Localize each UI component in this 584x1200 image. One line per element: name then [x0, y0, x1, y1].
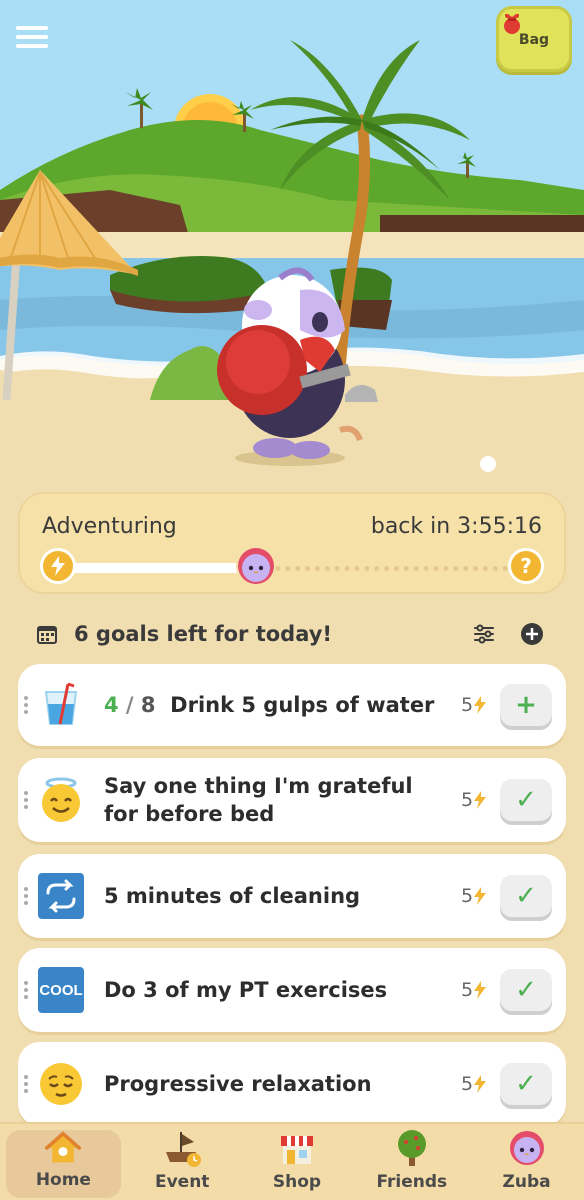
drag-handle-icon[interactable] — [24, 887, 28, 905]
energy-value: 5 — [461, 979, 474, 1001]
add-goal-icon[interactable] — [520, 622, 544, 646]
energy-reward: 5 — [461, 885, 487, 907]
adventure-status: Adventuring — [42, 514, 177, 539]
adventure-timer: back in 3:55:16 — [370, 514, 542, 539]
tree-icon — [397, 1130, 426, 1166]
increment-button[interactable]: + — [500, 684, 552, 726]
adventure-progress-fill — [58, 563, 256, 573]
cool-badge-text: COOL — [39, 981, 83, 999]
energy-bolt-icon — [474, 981, 487, 999]
pet-face-icon — [509, 1131, 544, 1165]
bag-icon — [504, 13, 520, 34]
home-icon — [45, 1131, 82, 1163]
beach-illustration — [0, 0, 584, 500]
energy-reward: 5 — [461, 789, 487, 811]
goal-card[interactable]: Progressive relaxation 5 ✓ — [18, 1042, 566, 1126]
adventure-scene: Bag — [0, 0, 584, 500]
goal-label: Drink 5 gulps of water — [170, 693, 435, 717]
drag-handle-icon[interactable] — [24, 696, 28, 714]
nav-label: Event — [154, 1172, 210, 1192]
goal-label: 5 minutes of cleaning — [104, 884, 361, 908]
energy-bolt-icon — [474, 696, 487, 714]
nav-item-zuba[interactable]: Zuba — [469, 1124, 584, 1200]
goal-text: 4 / 8 Drink 5 gulps of water — [104, 691, 446, 719]
progress-done: 4 — [104, 693, 119, 717]
drag-handle-icon[interactable] — [24, 791, 28, 809]
drag-handle-icon[interactable] — [24, 981, 28, 999]
goals-title: 6 goals left for today! — [74, 622, 333, 646]
nav-item-friends[interactable]: Friends — [354, 1124, 469, 1200]
filter-sliders-icon[interactable] — [472, 622, 496, 646]
energy-bolt-icon — [474, 1075, 487, 1093]
traveler-avatar-icon — [235, 546, 276, 586]
nav-item-home[interactable]: Home — [6, 1130, 121, 1198]
energy-bolt-icon — [474, 791, 487, 809]
energy-bolt-icon — [40, 548, 76, 584]
goal-label: Progressive relaxation — [104, 1072, 372, 1096]
repeat-icon — [38, 873, 84, 919]
progress-total: 8 — [140, 693, 156, 717]
nav-label: Zuba — [502, 1172, 551, 1192]
calendar-icon — [37, 626, 57, 644]
energy-value: 5 — [461, 789, 474, 811]
goal-card[interactable]: 4 / 8 Drink 5 gulps of water 5 + — [18, 664, 566, 746]
energy-reward: 5 — [461, 694, 487, 716]
complete-button[interactable]: ✓ — [500, 1063, 552, 1105]
goal-label: Say one thing I'm grateful for before be… — [104, 774, 413, 826]
goal-card[interactable]: Say one thing I'm grateful for before be… — [18, 758, 566, 842]
nav-item-event[interactable]: Event — [125, 1124, 240, 1200]
complete-button[interactable]: ✓ — [500, 969, 552, 1011]
nav-label: Home — [35, 1170, 91, 1190]
energy-reward: 5 — [461, 1073, 487, 1095]
water-glass-icon — [44, 682, 78, 725]
cool-badge-icon: COOL — [38, 967, 84, 1013]
goal-label: Do 3 of my PT exercises — [104, 978, 388, 1002]
goal-card[interactable]: 5 minutes of cleaning 5 ✓ — [18, 854, 566, 938]
bottom-nav: Home Event Shop Friends Zuba — [0, 1122, 584, 1200]
nav-item-shop[interactable]: Shop — [240, 1124, 355, 1200]
menu-icon-bar — [16, 26, 48, 30]
progress-separator: / — [118, 693, 141, 717]
goal-card[interactable]: COOL Do 3 of my PT exercises 5 ✓ — [18, 948, 566, 1032]
bag-button[interactable]: Bag — [496, 6, 572, 72]
menu-icon-bar — [16, 44, 48, 48]
complete-button[interactable]: ✓ — [500, 875, 552, 917]
adventure-progress-card: Adventuring back in 3:55:16 ? — [18, 492, 566, 594]
energy-value: 5 — [461, 694, 474, 716]
angel-smiley-icon — [42, 777, 80, 822]
menu-button[interactable] — [12, 20, 52, 54]
nav-label: Friends — [376, 1172, 448, 1192]
nav-label: Shop — [272, 1172, 322, 1192]
goals-header: 6 goals left for today! — [36, 618, 548, 650]
drag-handle-icon[interactable] — [24, 1075, 28, 1093]
complete-button[interactable]: ✓ — [500, 779, 552, 821]
energy-reward: 5 — [461, 979, 487, 1001]
energy-value: 5 — [461, 885, 474, 907]
menu-icon-bar — [16, 35, 48, 39]
goal-progress: 4 / 8 — [104, 693, 156, 717]
ship-icon — [166, 1132, 202, 1167]
destination-question-icon[interactable]: ? — [508, 548, 544, 584]
energy-value: 5 — [461, 1073, 474, 1095]
shop-icon — [280, 1136, 313, 1164]
energy-bolt-icon — [474, 887, 487, 905]
relieved-face-icon — [40, 1063, 82, 1105]
